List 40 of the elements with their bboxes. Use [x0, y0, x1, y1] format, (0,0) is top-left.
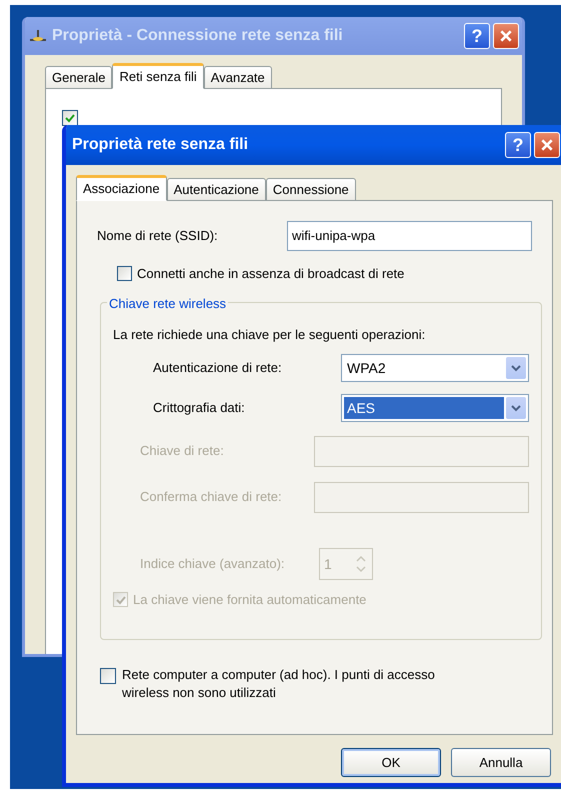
field-label: Autenticazione di rete: — [153, 359, 283, 378]
checkmark-icon — [116, 594, 126, 605]
spinner-value: 1 — [324, 554, 333, 574]
field-label: Indice chiave (avanzato): — [140, 555, 286, 574]
tab[interactable]: Avanzate — [204, 66, 272, 89]
text-field[interactable]: wifi-unipa-wpa — [287, 221, 532, 251]
network-icon — [28, 28, 48, 44]
checkbox[interactable] — [62, 110, 78, 126]
checkmark-icon — [65, 113, 75, 123]
field-label: Nome di rete (SSID): — [97, 227, 219, 246]
checkbox-label: La chiave viene fornita automaticamente — [133, 591, 366, 609]
tab[interactable]: Associazione — [76, 175, 167, 201]
close-button[interactable] — [534, 132, 560, 158]
field-label: Crittografia dati: — [153, 399, 246, 418]
text-field[interactable] — [314, 482, 529, 512]
dropdown[interactable]: AES — [341, 394, 529, 422]
tab[interactable]: Reti senza fili — [112, 63, 204, 89]
close-icon — [499, 29, 513, 43]
dialog-button[interactable]: OK — [341, 748, 441, 777]
instruction-text: La rete richiede una chiave per le seguenti operazioni: — [113, 326, 426, 344]
checkbox-label: Rete computer a computer (ad hoc). I punti di accesso wireless non sono utilizzati — [122, 666, 436, 702]
dialog-button[interactable]: Annulla — [451, 748, 551, 777]
close-icon — [540, 138, 554, 152]
window-title: Proprietà - Connessione rete senza fili — [52, 26, 344, 46]
window-title: Proprietà rete senza fili — [72, 135, 250, 155]
dropdown[interactable]: WPA2 — [341, 354, 529, 382]
checkbox[interactable] — [100, 668, 116, 684]
tab[interactable]: Connessione — [266, 178, 356, 201]
tab[interactable]: Generale — [45, 66, 112, 89]
dropdown-value: WPA2 — [346, 358, 387, 378]
text-field[interactable] — [314, 436, 529, 466]
dropdown-value: AES — [344, 397, 504, 419]
field-label: Conferma chiave di rete: — [140, 488, 283, 506]
tab[interactable]: Autenticazione — [166, 178, 266, 201]
help-button[interactable]: ? — [464, 23, 490, 49]
close-button[interactable] — [493, 23, 519, 49]
checkbox[interactable] — [117, 266, 132, 282]
checkbox-label: Connetti anche in assenza di broadcast di rete — [137, 265, 404, 283]
help-button[interactable]: ? — [505, 132, 531, 158]
field-label: Chiave di rete: — [140, 442, 225, 460]
